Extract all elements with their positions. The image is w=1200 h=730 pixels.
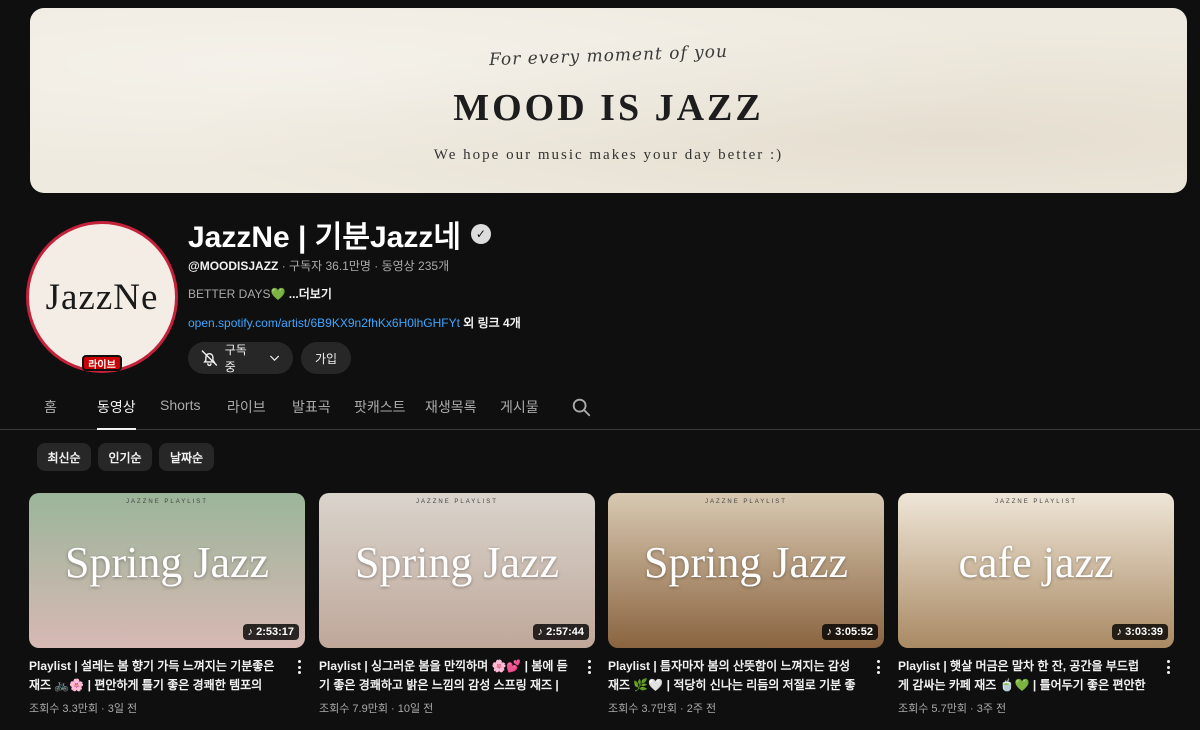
subscribed-label: 구독중	[224, 343, 247, 374]
channel-links: open.spotify.com/artist/6B9KX9n2fhKx6H0l…	[188, 314, 521, 331]
video-title[interactable]: Playlist | 틈자마자 봄의 산뜻함이 느껴지는 감성 재즈 🌿🤍 | …	[608, 657, 860, 695]
channel-handle: @MOODISJAZZ	[188, 259, 279, 273]
join-button[interactable]: 가입	[301, 342, 351, 374]
channel-description[interactable]: BETTER DAYS💚 ...더보기	[188, 285, 332, 302]
chip-latest[interactable]: 최신순	[37, 443, 91, 471]
more-options-icon[interactable]	[1162, 659, 1174, 675]
video-meta: 조회수 7.9만회 · 10일 전	[319, 703, 434, 715]
thumbnail-playlist-label: JAZZNE PLAYLIST	[705, 499, 787, 505]
tab-playlists[interactable]: 재생목록	[425, 397, 477, 428]
video-thumbnail[interactable]: JAZZNE PLAYLIST Spring Jazz ♪ 3:05:52	[608, 493, 884, 648]
tab-home[interactable]: 홈	[44, 397, 57, 428]
thumbnail-title: cafe jazz	[958, 538, 1114, 587]
more-options-icon[interactable]	[293, 659, 305, 675]
video-title[interactable]: Playlist | 싱그러운 봄을 만끽하며 🌸💕 | 봄에 듣기 좋은 경쾌…	[319, 657, 571, 695]
channel-banner: For every moment of you MOOD IS JAZZ We …	[30, 8, 1187, 193]
tab-live[interactable]: 라이브	[227, 397, 266, 428]
video-card[interactable]: JAZZNE PLAYLIST Spring Jazz ♪ 3:05:52 Pl…	[608, 493, 884, 715]
chip-oldest[interactable]: 날짜순	[159, 443, 214, 471]
duration-badge: ♪ 3:05:52	[821, 624, 878, 640]
thumbnail-title: Spring Jazz	[354, 538, 560, 587]
video-meta: 조회수 3.7만회 · 2주 전	[608, 703, 717, 715]
video-title[interactable]: Playlist | 햇살 머금은 말차 한 잔, 공간을 부드럽게 감싸는 카…	[898, 657, 1150, 695]
channel-meta: @MOODISJAZZ · 구독자 36.1만명 · 동영상 235개	[188, 257, 449, 274]
tab-posts[interactable]: 게시물	[500, 397, 539, 428]
video-title[interactable]: Playlist | 설레는 봄 향기 가득 느껴지는 기분좋은 재즈 🚲🌸 |…	[29, 657, 281, 695]
channel-name: JazzNe | 기분Jazz네 ✓	[188, 212, 491, 256]
channel-name-text: JazzNe | 기분Jazz네	[188, 221, 461, 254]
duration-text: 3:03:39	[1125, 626, 1163, 638]
subscribed-button[interactable]: 구독중	[188, 342, 293, 374]
thumbnail-playlist-label: JAZZNE PLAYLIST	[416, 499, 498, 505]
duration-text: 2:53:17	[256, 626, 294, 638]
live-badge[interactable]: 라이브	[82, 355, 122, 371]
video-thumbnail[interactable]: JAZZNE PLAYLIST Spring Jazz ♪ 2:53:17	[29, 493, 305, 648]
banner-subtitle: We hope our music makes your day better …	[433, 147, 784, 163]
thumbnail-title: Spring Jazz	[643, 538, 849, 587]
video-card[interactable]: JAZZNE PLAYLIST Spring Jazz ♪ 2:53:17 Pl…	[29, 493, 305, 715]
thumbnail-playlist-label: JAZZNE PLAYLIST	[126, 499, 208, 505]
duration-badge: ♪ 2:53:17	[242, 624, 299, 640]
chevron-down-icon	[269, 355, 279, 362]
banner-script-line: For every moment of you	[488, 41, 729, 71]
search-icon[interactable]	[570, 396, 592, 418]
video-meta: 조회수 5.7만회 · 3주 전	[898, 703, 1007, 715]
channel-tabs: 홈 동영상 Shorts 라이브 발표곡 팟캐스트 재생목록 게시물	[0, 382, 1200, 430]
channel-stats: · 구독자 36.1만명 · 동영상 235개	[278, 259, 450, 273]
channel-avatar[interactable]: JazzNe	[26, 221, 178, 373]
tab-releases[interactable]: 발표곡	[292, 397, 331, 428]
description-text: BETTER DAYS💚	[188, 287, 286, 301]
duration-text: 3:05:52	[835, 626, 873, 638]
tab-shorts[interactable]: Shorts	[160, 397, 200, 424]
video-thumbnail[interactable]: JAZZNE PLAYLIST Spring Jazz ♪ 2:57:44	[319, 493, 595, 648]
duration-text: 2:57:44	[546, 626, 584, 638]
tab-videos[interactable]: 동영상	[97, 397, 136, 430]
more-options-icon[interactable]	[872, 659, 884, 675]
verified-icon: ✓	[470, 224, 491, 244]
bell-off-icon	[201, 350, 218, 367]
avatar-logo-text: JazzNe	[45, 276, 159, 318]
more-links[interactable]: 외 링크 4개	[460, 316, 521, 330]
thumbnail-playlist-label: JAZZNE PLAYLIST	[995, 499, 1077, 505]
video-meta: 조회수 3.3만회 · 3일 전	[29, 703, 138, 715]
spotify-link[interactable]: open.spotify.com/artist/6B9KX9n2fhKx6H0l…	[188, 316, 460, 330]
chip-popular[interactable]: 인기순	[98, 443, 152, 471]
tab-podcasts[interactable]: 팟캐스트	[354, 397, 406, 428]
video-card[interactable]: JAZZNE PLAYLIST Spring Jazz ♪ 2:57:44 Pl…	[319, 493, 595, 715]
thumbnail-title: Spring Jazz	[64, 538, 270, 587]
duration-badge: ♪ 2:57:44	[532, 624, 589, 640]
duration-badge: ♪ 3:03:39	[1111, 624, 1168, 640]
video-card[interactable]: JAZZNE PLAYLIST cafe jazz ♪ 3:03:39 Play…	[898, 493, 1174, 715]
more-options-icon[interactable]	[583, 659, 595, 675]
banner-title: MOOD IS JAZZ	[453, 87, 764, 129]
video-thumbnail[interactable]: JAZZNE PLAYLIST cafe jazz ♪ 3:03:39	[898, 493, 1174, 648]
more-link[interactable]: ...더보기	[285, 287, 332, 301]
